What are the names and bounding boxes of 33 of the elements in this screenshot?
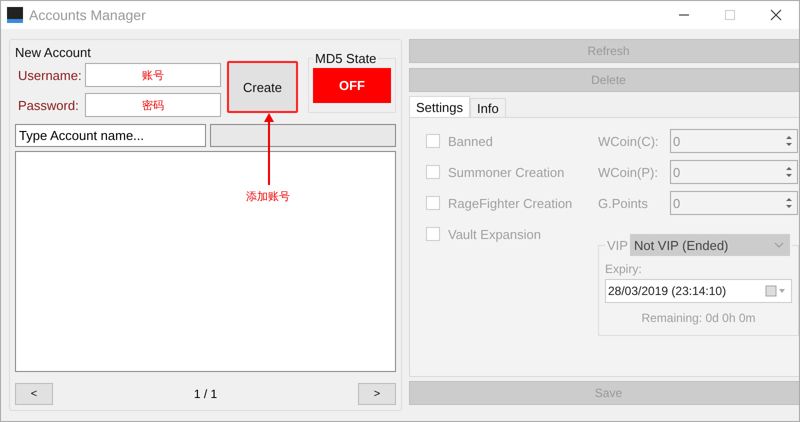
group-title: VIP (607, 238, 628, 252)
field-label: G.Points (598, 196, 649, 210)
annotation-text: 添加账号 (246, 190, 290, 204)
field-label: Expiry: (605, 262, 643, 276)
annotation-arrow (263, 113, 275, 185)
tab[interactable]: Info (470, 98, 506, 117)
search-field[interactable]: Type Account name... (15, 124, 206, 147)
vip-dropdown[interactable]: Not VIP (Ended) (630, 234, 790, 256)
remaining-time: Remaining: 0d 0h 0m (640, 311, 757, 325)
group-title: MD5 State (314, 51, 378, 66)
field-label: WCoin(P): (598, 164, 659, 180)
checkbox-label: Banned (448, 134, 493, 148)
next-page-button[interactable]: > (358, 383, 396, 405)
previous-page-button[interactable]: < (15, 383, 53, 405)
input-field[interactable]: 密码 (85, 93, 221, 117)
create-button[interactable]: Create (227, 61, 298, 113)
page-indicator: 1 / 1 (192, 387, 218, 401)
field-label: Username: (17, 68, 83, 82)
calendar-icon[interactable] (764, 285, 787, 297)
field-label: WCoin(C): (598, 134, 660, 148)
group-title: New Account (15, 45, 92, 60)
tab[interactable]: Settings (409, 96, 470, 117)
app-icon (7, 7, 23, 23)
filter-field[interactable] (210, 124, 396, 147)
field-label: Password: (17, 98, 80, 112)
checkbox-label: Summoner Creation (448, 164, 564, 180)
date-field[interactable]: 28/03/2019 (23:14:10) (605, 279, 792, 303)
checkbox-label: Vault Expansion (448, 226, 541, 242)
caret-icon (774, 242, 784, 248)
checkbox-label: RageFighter Creation (448, 196, 572, 210)
window-title: Accounts Manager (29, 7, 146, 23)
md5-state-indicator: OFF (313, 68, 391, 103)
input-field[interactable]: 账号 (85, 63, 221, 87)
